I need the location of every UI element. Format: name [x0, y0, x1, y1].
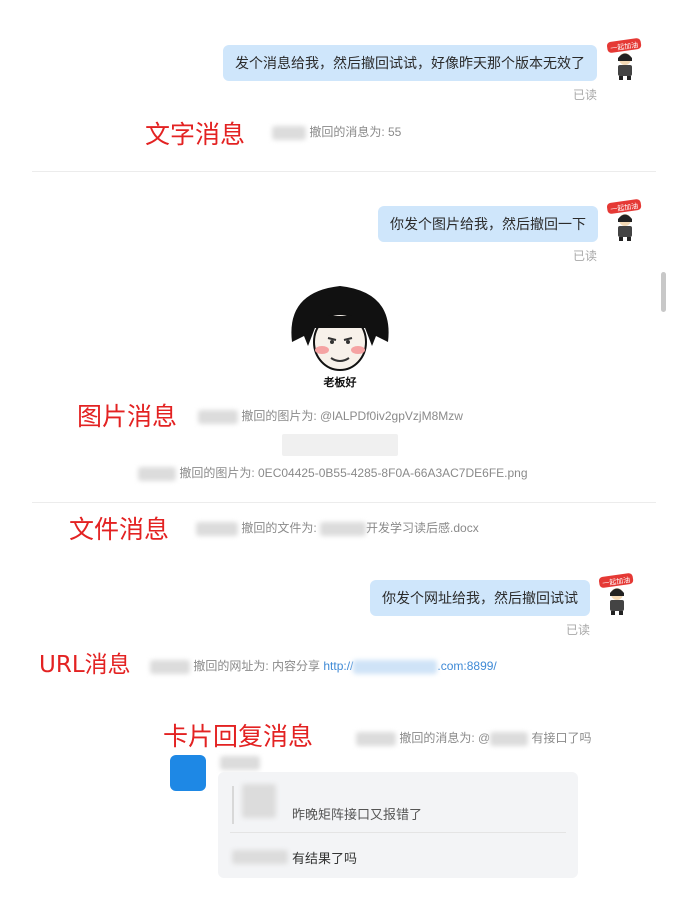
- reply-card[interactable]: 昨晚矩阵接口又报错了 有结果了吗: [218, 772, 578, 878]
- outgoing-message-bubble[interactable]: 发个消息给我，然后撤回试试，好像昨天那个版本无效了: [223, 45, 597, 81]
- scrollbar-thumb[interactable]: [661, 272, 666, 312]
- recall-notice-url: 撤回的网址为: 内容分享 http://.com:8899/: [150, 657, 497, 674]
- reply-message: 有结果了吗: [292, 851, 358, 866]
- recall-notice-image: 撤回的图片为: 0EC04425-0B55-4285-8F0A-66A3AC7D…: [138, 464, 528, 481]
- quote-bar: [232, 786, 234, 824]
- quoted-message: 昨晚矩阵接口又报错了: [292, 807, 423, 822]
- user-avatar[interactable]: 一起加油: [596, 573, 636, 617]
- blurred-username: [196, 521, 238, 536]
- recall-notice-card: 撤回的消息为: @ 有接口了吗: [356, 729, 592, 746]
- blurred-username: [198, 409, 238, 424]
- blurred-reply-author: [232, 850, 288, 864]
- sticker-caption: 老板好: [323, 377, 357, 389]
- read-status: 已读: [573, 249, 598, 263]
- sticker-image[interactable]: 老板好: [284, 280, 396, 392]
- blurred-file-prefix: [320, 521, 367, 536]
- annotation-card-message: 卡片回复消息: [163, 722, 314, 751]
- blurred-username: [272, 125, 306, 140]
- blurred-username: [356, 731, 396, 746]
- card-divider: [230, 832, 566, 833]
- outgoing-message-bubble[interactable]: 你发个网址给我，然后撤回试试: [370, 580, 590, 616]
- blurred-quote-author: [242, 784, 276, 818]
- blurred-url-domain: [353, 659, 438, 674]
- annotation-file-message: 文件消息: [69, 515, 170, 544]
- annotation-text-message: 文字消息: [145, 120, 246, 149]
- blurred-sender-name: [220, 756, 260, 770]
- blurred-username: [138, 466, 176, 481]
- recall-notice-text: 撤回的消息为: 55: [272, 123, 401, 140]
- read-status: 已读: [566, 623, 591, 637]
- recall-notice-image: 撤回的图片为: @lALPDf0iv2gpVzjM8Mzw: [198, 407, 463, 424]
- sender-avatar[interactable]: [170, 755, 206, 791]
- read-status: 已读: [573, 88, 598, 102]
- user-avatar[interactable]: 一起加油: [604, 199, 644, 243]
- annotation-url-message: URL消息: [39, 652, 131, 678]
- blurred-mention: [490, 731, 529, 746]
- section-divider: [32, 171, 656, 172]
- recalled-url-link[interactable]: http://.com:8899/: [323, 659, 497, 674]
- blurred-username: [150, 659, 190, 674]
- recall-notice-file: 撤回的文件为: 开发学习读后感.docx: [196, 519, 479, 536]
- user-avatar[interactable]: 一起加油: [604, 38, 644, 82]
- outgoing-message-bubble[interactable]: 你发个图片给我，然后撤回一下: [378, 206, 598, 242]
- blurred-image-preview: [282, 434, 398, 456]
- section-divider: [32, 502, 656, 503]
- annotation-image-message: 图片消息: [77, 402, 178, 431]
